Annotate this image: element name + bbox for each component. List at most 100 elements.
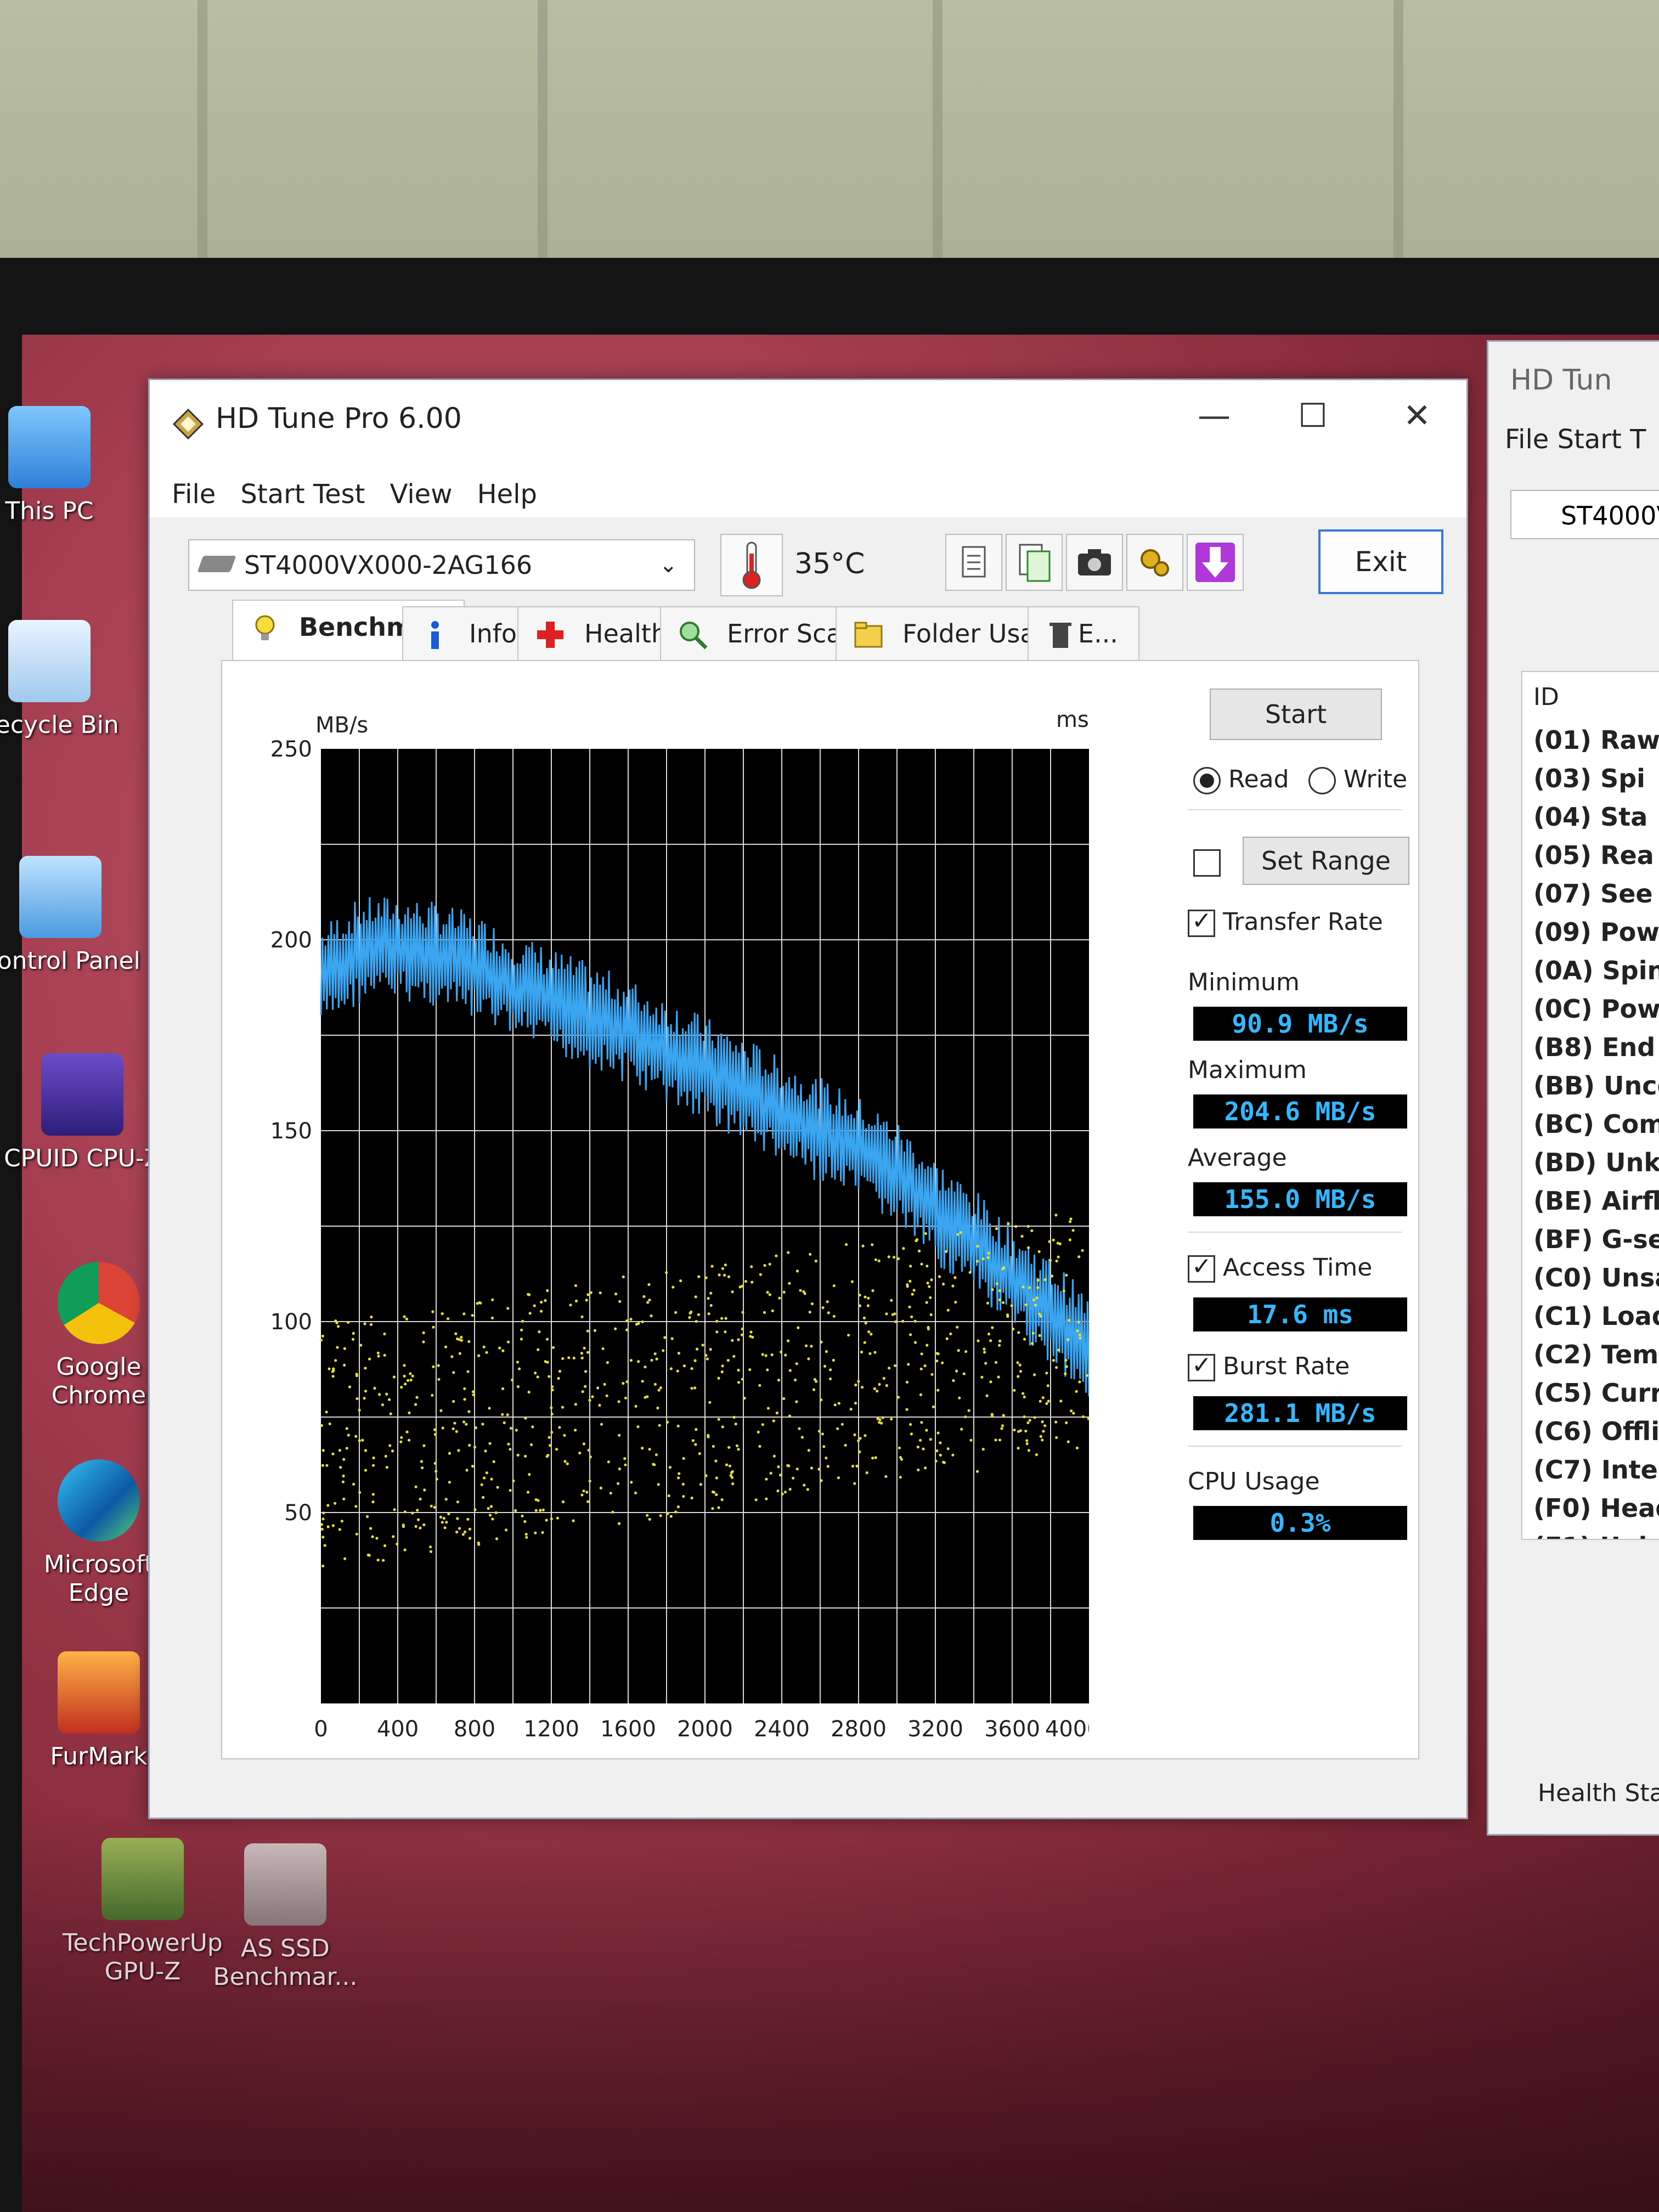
maximize-button[interactable]: ☐ bbox=[1280, 397, 1346, 435]
gears-icon bbox=[1141, 549, 1169, 577]
x-tick-label: 1600 bbox=[600, 1717, 656, 1742]
access-time-point bbox=[634, 1491, 637, 1494]
access-time-point bbox=[737, 1448, 740, 1451]
access-time-point bbox=[474, 1426, 477, 1430]
copy-text-button[interactable] bbox=[945, 534, 1002, 591]
access-time-point bbox=[1014, 1225, 1018, 1228]
access-time-point bbox=[776, 1489, 780, 1493]
access-time-point bbox=[817, 1468, 821, 1471]
access-time-point bbox=[1002, 1414, 1005, 1417]
access-time-point bbox=[392, 1535, 395, 1538]
access-time-point bbox=[534, 1531, 537, 1534]
access-time-point bbox=[893, 1364, 897, 1367]
health-attribute-row[interactable]: (C5) Currer bbox=[1522, 1374, 1659, 1412]
health-attribute-row[interactable]: (03) Spi bbox=[1522, 759, 1659, 798]
health-attribute-row[interactable]: (C7) Interfa bbox=[1522, 1451, 1659, 1489]
access-time-point bbox=[596, 1386, 600, 1390]
access-time-point bbox=[929, 1438, 932, 1441]
desktop-icon-gpu-z[interactable]: TechPowerUp GPU-Z bbox=[60, 1838, 225, 1986]
transfer-rate-checkbox[interactable]: Transfer Rate bbox=[1188, 907, 1383, 937]
access-time-point bbox=[637, 1360, 640, 1363]
access-time-point bbox=[981, 1448, 985, 1451]
desktop-icon-recycle-bin[interactable]: Recycle Bin bbox=[0, 620, 132, 740]
health-attribute-row[interactable]: (B8) End T bbox=[1522, 1028, 1659, 1066]
range-checkbox[interactable] bbox=[1193, 848, 1221, 877]
access-time-point bbox=[667, 1494, 670, 1498]
access-time-point bbox=[788, 1414, 792, 1418]
access-time-point bbox=[641, 1380, 644, 1383]
health-attribute-row[interactable]: (C0) Unsaf bbox=[1522, 1259, 1659, 1297]
health-attribute-row[interactable]: (0A) Spin bbox=[1522, 951, 1659, 990]
access-time-point bbox=[983, 1347, 986, 1351]
access-time-point bbox=[348, 1385, 352, 1389]
set-range-button[interactable]: Set Range bbox=[1243, 837, 1409, 885]
menu-file[interactable]: File bbox=[172, 479, 216, 510]
access-time-point bbox=[321, 1517, 325, 1521]
health-attribute-row[interactable]: (C6) Offline bbox=[1522, 1412, 1659, 1451]
access-time-point bbox=[539, 1310, 543, 1313]
chrome-icon bbox=[58, 1262, 140, 1344]
access-time-checkbox-box[interactable] bbox=[1188, 1252, 1215, 1283]
list-header-id[interactable]: ID bbox=[1522, 672, 1659, 721]
desktop-icon-cpu-z[interactable]: CPUID CPU-Z bbox=[0, 1053, 165, 1173]
access-time-point bbox=[800, 1436, 804, 1439]
desktop-icon-this-pc[interactable]: This PC bbox=[0, 406, 132, 526]
health-attribute-row[interactable]: (BF) G-sen bbox=[1522, 1220, 1659, 1259]
health-attribute-row[interactable]: (BB) Unco bbox=[1522, 1066, 1659, 1105]
health-attribute-row[interactable]: (05) Rea bbox=[1522, 836, 1659, 874]
desktop-icon-control-panel[interactable]: Control Panel bbox=[0, 856, 143, 975]
access-time-point bbox=[749, 1330, 753, 1334]
health-attribute-row[interactable]: (0C) Pow bbox=[1522, 990, 1659, 1028]
health-attribute-row[interactable]: (07) See bbox=[1522, 874, 1659, 913]
access-time-point bbox=[676, 1369, 679, 1373]
access-time-point bbox=[1052, 1359, 1056, 1362]
access-time-point bbox=[693, 1359, 697, 1362]
screenshot-button[interactable] bbox=[1066, 534, 1123, 591]
access-time-point bbox=[391, 1449, 394, 1453]
access-time-checkbox[interactable]: Access Time bbox=[1188, 1252, 1372, 1283]
drive-select[interactable]: ST4000VX000-2AG166 ⌄ bbox=[188, 539, 695, 591]
options-button[interactable] bbox=[1126, 534, 1183, 591]
write-radio[interactable]: Write bbox=[1308, 765, 1407, 794]
health-attribute-row[interactable]: (F1) Unknow bbox=[1522, 1527, 1659, 1539]
health-attribute-row[interactable]: (09) Pow bbox=[1522, 913, 1659, 951]
access-time-point bbox=[488, 1514, 492, 1517]
exit-button[interactable]: Exit bbox=[1318, 529, 1443, 594]
burst-rate-checkbox[interactable]: Burst Rate bbox=[1188, 1351, 1350, 1381]
save-button[interactable] bbox=[1187, 534, 1244, 591]
tab-erase[interactable]: E... bbox=[1028, 606, 1139, 660]
desktop-icon-as-ssd[interactable]: AS SSD Benchmar... bbox=[203, 1843, 368, 1991]
write-radio-indicator[interactable] bbox=[1308, 767, 1336, 794]
access-time-point bbox=[492, 1460, 495, 1463]
close-button[interactable]: ✕ bbox=[1384, 397, 1450, 435]
copy-all-button[interactable] bbox=[1006, 534, 1063, 591]
access-time-point bbox=[731, 1470, 734, 1473]
range-checkbox-box[interactable] bbox=[1193, 849, 1221, 877]
access-time-point bbox=[757, 1430, 760, 1434]
health-attribute-row[interactable]: (BC) Comr bbox=[1522, 1105, 1659, 1143]
health-attribute-row[interactable]: (F0) Head F bbox=[1522, 1489, 1659, 1527]
window2-menu[interactable]: File Start T bbox=[1505, 424, 1646, 455]
menu-start-test[interactable]: Start Test bbox=[240, 479, 365, 510]
minimize-button[interactable]: — bbox=[1181, 397, 1247, 435]
transfer-rate-checkbox-box[interactable] bbox=[1188, 907, 1215, 937]
window2-drive-select[interactable]: ST4000V bbox=[1510, 490, 1659, 539]
access-time-point bbox=[473, 1508, 477, 1511]
access-time-point bbox=[724, 1317, 727, 1320]
read-radio[interactable]: Read bbox=[1193, 765, 1289, 794]
health-attribute-row[interactable]: (01) Raw bbox=[1522, 721, 1659, 759]
access-time-point bbox=[1075, 1390, 1078, 1393]
read-radio-indicator[interactable] bbox=[1193, 767, 1221, 794]
health-attribute-row[interactable]: (BE) Airflo bbox=[1522, 1182, 1659, 1220]
access-time-point bbox=[808, 1311, 811, 1314]
menu-help[interactable]: Help bbox=[477, 479, 537, 510]
access-time-point bbox=[509, 1426, 513, 1430]
health-attribute-row[interactable]: (C1) Load bbox=[1522, 1297, 1659, 1335]
access-time-point bbox=[322, 1511, 325, 1515]
health-attribute-row[interactable]: (BD) Unkn bbox=[1522, 1143, 1659, 1182]
health-attribute-row[interactable]: (04) Sta bbox=[1522, 798, 1659, 836]
burst-rate-checkbox-box[interactable] bbox=[1188, 1351, 1215, 1381]
health-attribute-row[interactable]: (C2) Temp bbox=[1522, 1335, 1659, 1374]
menu-view[interactable]: View bbox=[390, 479, 453, 510]
start-button[interactable]: Start bbox=[1210, 689, 1382, 740]
